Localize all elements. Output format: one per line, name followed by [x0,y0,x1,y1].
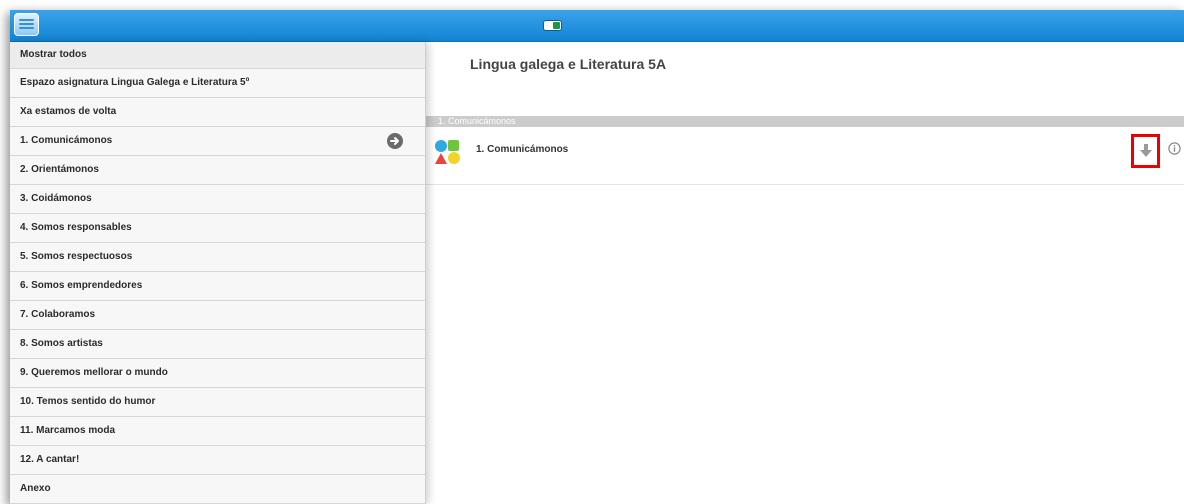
menu-line [19,23,34,25]
sidebar-item-label: 2. Orientámonos [20,164,99,175]
sidebar-item-unit-11[interactable]: 11. Marcamos moda [10,417,425,446]
sidebar-item-label: 12. A cantar! [20,454,80,465]
menu-line [19,19,34,21]
sidebar-item-unit-12[interactable]: 12. A cantar! [10,446,425,475]
sidebar-item-label: 4. Somos responsables [20,222,132,233]
menu-icon[interactable] [14,13,39,36]
sidebar-item-unit-1[interactable]: 1. Comunicámonos [10,127,425,156]
sidebar-item-subject-space[interactable]: Espazo asignatura Lingua Galega e Litera… [10,69,425,98]
sidebar-item-show-all[interactable]: Mostrar todos [10,42,425,69]
sidebar-item-label: Espazo asignatura Lingua Galega e Litera… [20,77,250,88]
sidebar-item-unit-3[interactable]: 3. Coidámonos [10,185,425,214]
main-content: Lingua galega e Literatura 5A 1. Comunic… [426,42,1184,504]
download-icon [1140,144,1152,157]
sidebar-item-label: 1. Comunicámonos [20,135,113,146]
toggle-knob [553,22,560,29]
sidebar-item-label: Xa estamos de volta [20,106,117,117]
sidebar-item-annex[interactable]: Anexo [10,475,425,504]
sidebar-item-unit-5[interactable]: 5. Somos respectuosos [10,243,425,272]
sidebar-item-unit-9[interactable]: 9. Queremos mellorar o mundo [10,359,425,388]
sidebar-item-welcome-back[interactable]: Xa estamos de volta [10,98,425,127]
top-bar [10,10,1184,42]
menu-line [19,27,34,29]
sidebar-item-unit-7[interactable]: 7. Colaboramos [10,301,425,330]
info-icon[interactable] [1168,142,1181,155]
sidebar-item-label: 10. Temos sentido do humor [20,396,156,407]
page-title: Lingua galega e Literatura 5A [470,56,667,72]
sidebar-item-unit-6[interactable]: 6. Somos emprendedores [10,272,425,301]
sidebar-item-label: 7. Colaboramos [20,309,96,320]
sidebar-item-label: 11. Marcamos moda [20,425,116,436]
sidebar: Mostrar todos Espazo asignatura Lingua G… [10,42,426,504]
sidebar-item-unit-4[interactable]: 4. Somos responsables [10,214,425,243]
sidebar-item-label: Mostrar todos [20,49,87,60]
sidebar-item-label: 3. Coidámonos [20,193,92,204]
app-window: Mostrar todos Espazo asignatura Lingua G… [10,10,1184,504]
sidebar-item-label: Anexo [20,483,51,494]
arrow-right-circle-icon[interactable] [387,133,403,149]
sidebar-item-unit-8[interactable]: 8. Somos artistas [10,330,425,359]
sidebar-item-label: 6. Somos emprendedores [20,280,143,291]
toggle-icon[interactable] [543,20,562,31]
shapes-icon [433,138,461,166]
sidebar-item-label: 5. Somos respectuosos [20,251,133,262]
download-button[interactable] [1131,134,1160,168]
sidebar-item-label: 9. Queremos mellorar o mundo [20,367,168,378]
sidebar-item-unit-2[interactable]: 2. Orientámonos [10,156,425,185]
sidebar-item-unit-10[interactable]: 10. Temos sentido do humor [10,388,425,417]
resource-label[interactable]: 1. Comunicámonos [476,144,568,155]
resource-row[interactable]: 1. Comunicámonos [426,127,1184,185]
sidebar-item-label: 8. Somos artistas [20,338,103,349]
section-header: 1. Comunicámonos [426,116,1184,127]
